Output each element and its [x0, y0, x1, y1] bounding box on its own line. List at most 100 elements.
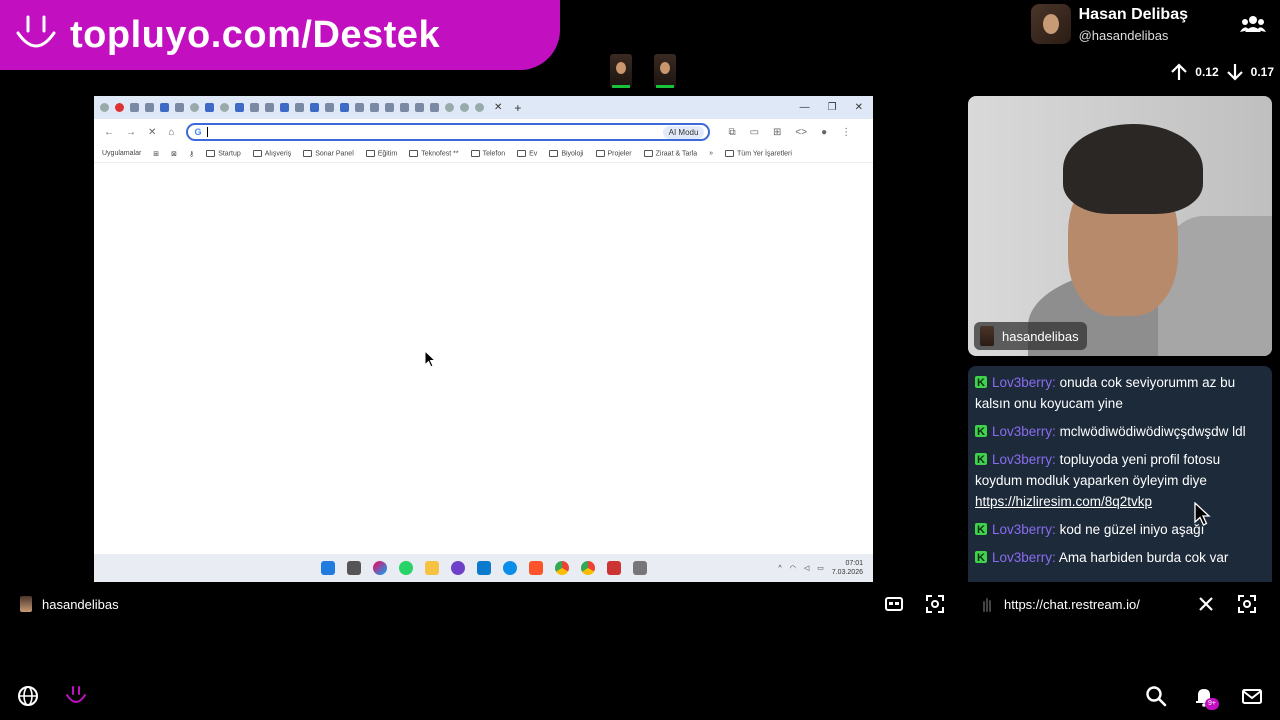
fullscreen-icon[interactable] — [925, 594, 945, 614]
chat-username[interactable]: Lov3berry: — [992, 375, 1056, 390]
tab-favicon[interactable] — [265, 103, 274, 112]
file-explorer-icon[interactable] — [424, 561, 439, 575]
globe-icon[interactable] — [17, 685, 39, 707]
tab-menu-icon[interactable] — [100, 103, 109, 112]
profile-card[interactable]: Hasan Delibaş @hasandelibas — [1030, 4, 1188, 44]
volume-icon[interactable]: ◁ — [804, 564, 809, 572]
copilot-icon[interactable] — [372, 561, 387, 575]
tab-favicon[interactable] — [190, 103, 199, 112]
grid-icon[interactable]: ⊞ — [773, 127, 781, 138]
ai-mode-button[interactable]: AI Modu — [662, 126, 705, 139]
tab-favicon[interactable] — [325, 103, 334, 112]
chat-panel[interactable]: Lov3berry: onuda cok seviyorumm az bu ka… — [968, 366, 1272, 582]
tab-favicon[interactable] — [475, 103, 484, 112]
menu-icon[interactable]: ⋮ — [841, 127, 851, 138]
tab-close-icon[interactable]: ✕ — [494, 102, 502, 113]
minimize-icon[interactable]: — — [800, 102, 810, 113]
taskbar-app-icon[interactable] — [632, 561, 647, 575]
tab-favicon[interactable] — [430, 103, 439, 112]
tab-favicon[interactable] — [205, 103, 214, 112]
tab-favicon[interactable] — [175, 103, 184, 112]
search-icon[interactable] — [1145, 685, 1167, 707]
profile-icon[interactable]: ● — [821, 127, 827, 138]
tab-favicon[interactable] — [220, 103, 229, 112]
start-icon[interactable] — [320, 561, 335, 575]
chrome-icon[interactable] — [580, 561, 595, 575]
bookmark-folder[interactable]: Alışveriş — [252, 149, 291, 157]
stop-icon[interactable]: ✕ — [148, 127, 156, 138]
tab-favicon[interactable] — [355, 103, 364, 112]
bookmark-folder[interactable]: Tüm Yer İşaretleri — [725, 149, 792, 157]
back-icon[interactable]: ← — [104, 127, 114, 138]
address-bar[interactable]: G AI Modu — [186, 123, 711, 141]
bookmark-icon[interactable]: ⊠ — [171, 150, 177, 158]
new-tab-icon[interactable]: + — [514, 101, 521, 115]
support-banner[interactable]: topluyo.com/Destek — [0, 0, 560, 70]
tab-favicon[interactable] — [295, 103, 304, 112]
bookmark-folder[interactable]: Biyoloji — [549, 149, 584, 157]
bookmark-key-icon[interactable]: ⚷ — [189, 150, 194, 158]
tab-favicon[interactable] — [235, 103, 244, 112]
chat-link[interactable]: https://hizliresim.com/8q2tvkp — [975, 494, 1152, 509]
tab-favicon[interactable] — [130, 103, 139, 112]
screen-share[interactable]: ✕ + — ❐ ✕ ← → ✕ ⌂ G AI Modu ⧉ ▭ ⊞ <> ● ⋮… — [94, 96, 873, 582]
tab-favicon[interactable] — [340, 103, 349, 112]
tab-favicon[interactable] — [280, 103, 289, 112]
clock[interactable]: 07:01 7.03.2026 — [832, 559, 863, 577]
chat-username[interactable]: Lov3berry: — [992, 522, 1056, 537]
edge-icon[interactable] — [502, 561, 517, 575]
tab-favicon[interactable] — [310, 103, 319, 112]
chat-url[interactable]: https://chat.restream.io/ — [1004, 597, 1140, 612]
bookmark-grid-icon[interactable]: ⊞ — [153, 150, 159, 158]
browser-page[interactable] — [94, 166, 873, 554]
tab-favicon[interactable] — [370, 103, 379, 112]
bookmark-folder[interactable]: Sonar Panel — [303, 149, 354, 157]
brave-icon[interactable] — [528, 561, 543, 575]
tab-favicon[interactable] — [415, 103, 424, 112]
chat-username[interactable]: Lov3berry: — [992, 550, 1056, 565]
bookmarks-overflow-icon[interactable]: » — [709, 150, 713, 157]
wifi-icon[interactable]: ◠ — [790, 564, 796, 572]
chat-username[interactable]: Lov3berry: — [992, 452, 1056, 467]
task-view-icon[interactable] — [346, 561, 361, 575]
chat-username[interactable]: Lov3berry: — [992, 424, 1056, 439]
tab-favicon[interactable] — [115, 103, 124, 112]
tab-favicon[interactable] — [385, 103, 394, 112]
fullscreen-icon[interactable] — [1237, 594, 1257, 614]
bookmark-folder[interactable]: Ziraat & Tarla — [643, 149, 697, 157]
bookmark-folder[interactable]: Ev — [517, 149, 537, 157]
bookmark-folder[interactable]: Projeler — [595, 149, 632, 157]
cast-icon[interactable]: ▭ — [750, 127, 759, 138]
theater-mode-icon[interactable] — [884, 594, 904, 614]
taskbar-app-icon[interactable] — [606, 561, 621, 575]
people-icon[interactable] — [1240, 14, 1266, 34]
webcam-feed[interactable]: hasandelibas — [968, 96, 1272, 356]
tab-favicon[interactable] — [145, 103, 154, 112]
bookmark-item[interactable]: Uygulamalar — [102, 150, 141, 157]
bookmark-folder[interactable]: Telefon — [470, 149, 505, 157]
tab-favicon[interactable] — [160, 103, 169, 112]
whatsapp-icon[interactable] — [398, 561, 413, 575]
topluyo-logo-icon[interactable] — [65, 685, 87, 707]
github-desktop-icon[interactable] — [450, 561, 465, 575]
restore-icon[interactable]: ❐ — [828, 102, 837, 113]
forward-icon[interactable]: → — [126, 127, 136, 138]
extensions-icon[interactable]: ⧉ — [728, 127, 735, 138]
chevron-up-icon[interactable]: ^ — [778, 565, 781, 572]
bookmark-folder[interactable]: Teknofest ** — [409, 149, 459, 157]
participant-avatar[interactable] — [610, 54, 632, 88]
tab-favicon[interactable] — [250, 103, 259, 112]
close-window-icon[interactable]: ✕ — [855, 102, 863, 113]
close-icon[interactable] — [1196, 594, 1216, 614]
bookmark-folder[interactable]: Eğitim — [365, 149, 397, 157]
tab-favicon[interactable] — [445, 103, 454, 112]
bookmark-folder[interactable]: Startup — [206, 149, 241, 157]
chrome-icon[interactable] — [554, 561, 569, 575]
tab-favicon[interactable] — [460, 103, 469, 112]
devtools-icon[interactable]: <> — [795, 127, 807, 138]
stream-owner[interactable]: hasandelibas — [20, 596, 119, 612]
mail-icon[interactable] — [1241, 685, 1263, 707]
vscode-icon[interactable] — [476, 561, 491, 575]
battery-icon[interactable]: ▭ — [817, 564, 824, 572]
home-icon[interactable]: ⌂ — [168, 127, 174, 138]
